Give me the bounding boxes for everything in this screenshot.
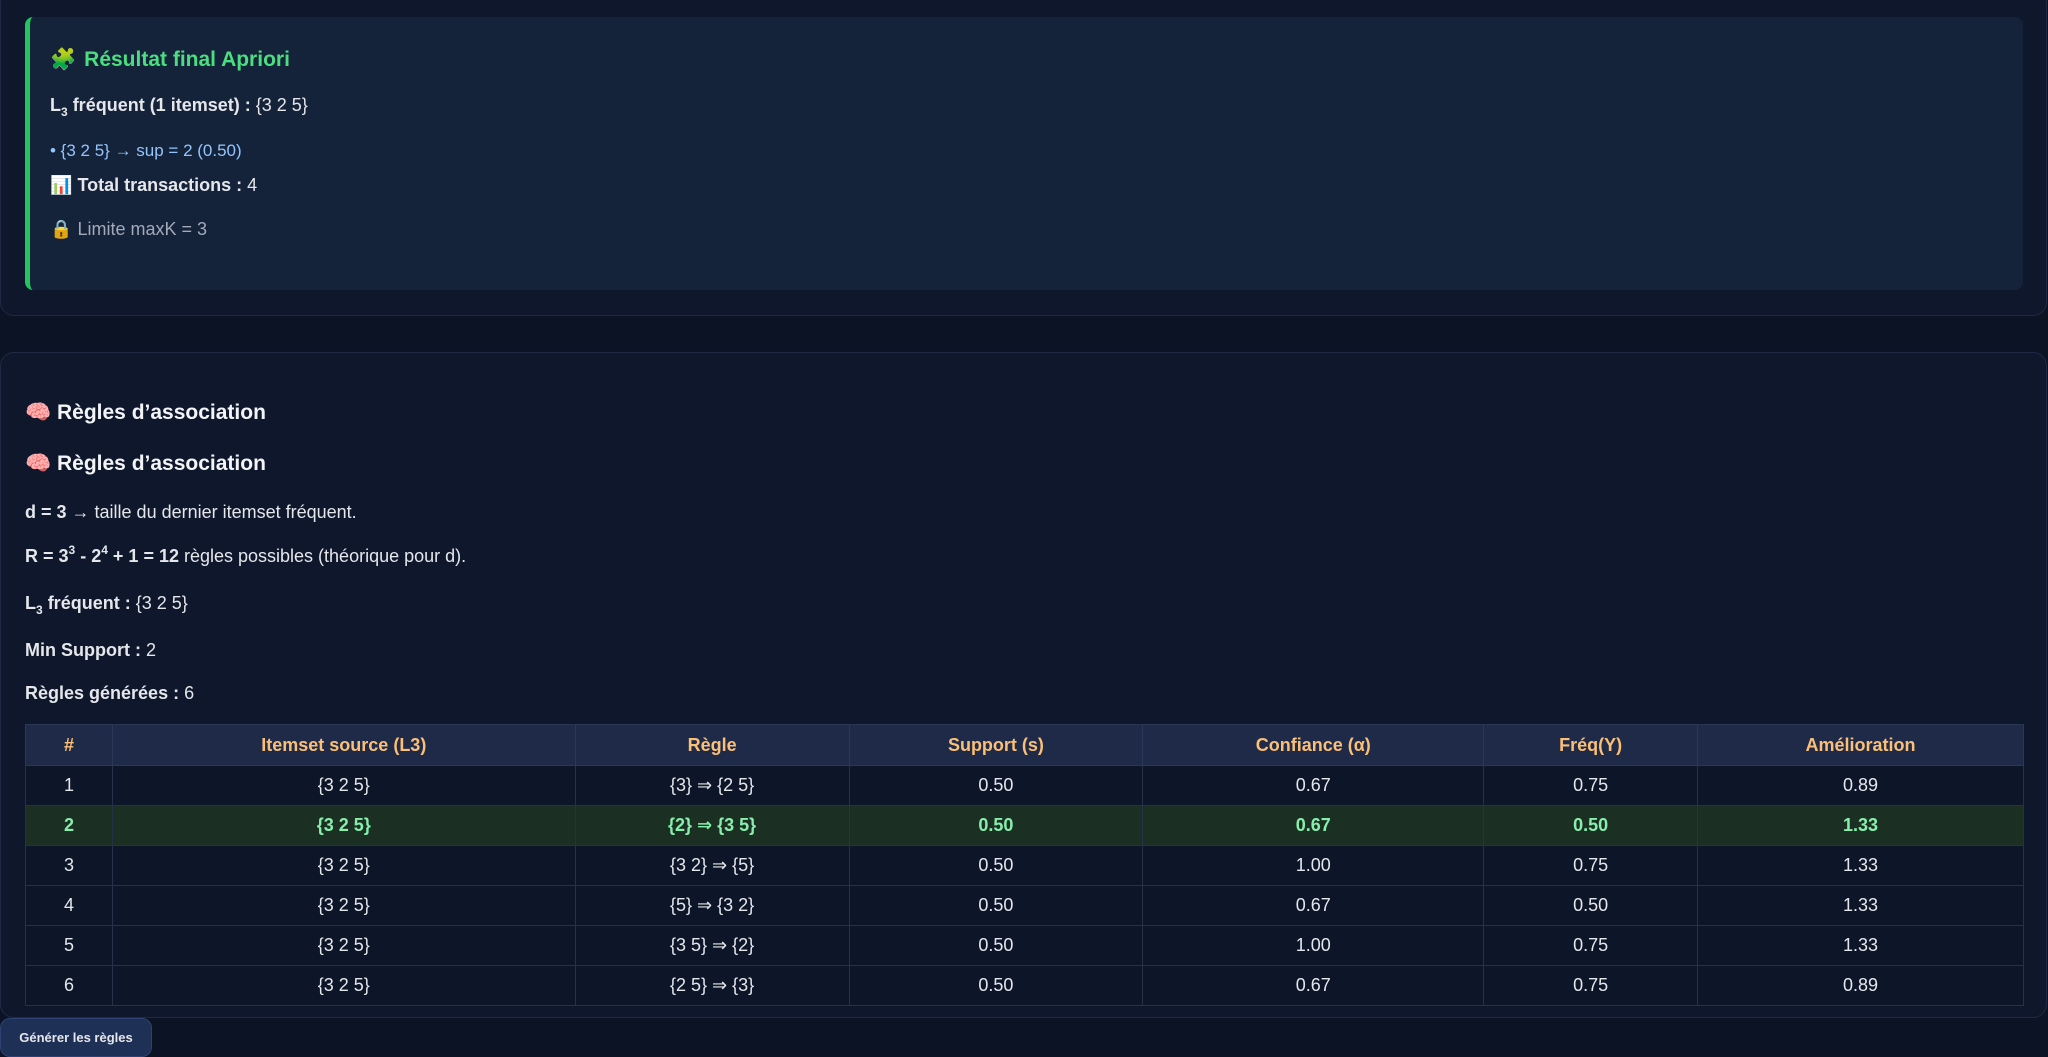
cell-improvement: 1.33: [1697, 925, 2024, 966]
cell-confidence: 1.00: [1142, 925, 1485, 966]
header-index: #: [25, 724, 113, 766]
cell-rule: {3 2} ⇒ {5}: [574, 845, 850, 886]
rules-table: # Itemset source (L3) Règle Support (s) …: [25, 724, 2024, 1006]
r-formula: R = 33 - 24 + 1 = 12: [25, 543, 179, 566]
l3-frequent-info: L3 fréquent : {3 2 5}: [25, 593, 188, 617]
page: 🧩 Résultat final Apriori L3 fréquent (1 i…: [0, 0, 2048, 1057]
table-row: 6 {3 2 5} {2 5} ⇒ {3} 0.50 0.67 0.75 0.8…: [25, 965, 2024, 1006]
cell-index: 5: [25, 925, 113, 966]
brain-icon: 🧠: [25, 451, 52, 475]
cell-index: 6: [25, 965, 113, 1006]
cell-improvement: 0.89: [1697, 965, 2024, 1006]
rules-heading-text: Règles d’association: [57, 401, 266, 424]
cell-freq-y: 0.75: [1483, 845, 1699, 886]
cell-improvement: 1.33: [1697, 805, 2024, 846]
l3-info-value: {3 2 5}: [130, 593, 188, 613]
total-transactions-label: Total transactions :: [77, 175, 243, 195]
cell-itemset: {3 2 5}: [111, 885, 576, 926]
rules-panel: 🧠 Règles d’association 🧠 Règles d’associ…: [0, 352, 2047, 1018]
generated-rules-line: Règles générées : 6: [25, 683, 194, 704]
header-freq-y: Fréq(Y): [1483, 724, 1699, 766]
result-card: 🧩 Résultat final Apriori L3 fréquent (1 i…: [25, 17, 2023, 290]
generated-rules-value: 6: [179, 683, 195, 703]
table-row: 3 {3 2 5} {3 2} ⇒ {5} 0.50 1.00 0.75 1.3…: [25, 845, 2024, 886]
cell-support: 0.50: [848, 885, 1144, 926]
header-itemset-source: Itemset source (L3): [111, 724, 576, 766]
cell-rule: {5} ⇒ {3 2}: [574, 885, 850, 926]
cell-confidence: 0.67: [1142, 965, 1485, 1006]
total-transactions-line: 📊 Total transactions : 4: [50, 175, 257, 196]
rules-heading: 🧠 Règles d’association: [25, 400, 266, 425]
cell-confidence: 1.00: [1142, 845, 1485, 886]
cell-rule: {2 5} ⇒ {3}: [574, 965, 850, 1006]
generate-rules-button[interactable]: Générer les règles: [0, 1018, 152, 1057]
l3-info-label: L3 fréquent :: [25, 593, 131, 617]
cell-itemset: {3 2 5}: [111, 845, 576, 886]
cell-itemset: {3 2 5}: [111, 925, 576, 966]
generated-rules-label: Règles générées :: [25, 683, 180, 703]
cell-index: 1: [25, 765, 113, 806]
cell-improvement: 1.33: [1697, 885, 2024, 926]
result-title: 🧩 Résultat final Apriori: [50, 47, 290, 72]
cell-support: 0.50: [848, 925, 1144, 966]
cell-rule: {3 5} ⇒ {2}: [574, 925, 850, 966]
cell-support: 0.50: [848, 765, 1144, 806]
l3-label: L3 fréquent (1 itemset) :: [50, 95, 251, 119]
brain-icon: 🧠: [25, 400, 52, 424]
result-title-text: Résultat final Apriori: [84, 48, 290, 71]
result-panel: 🧩 Résultat final Apriori L3 fréquent (1 i…: [0, 0, 2047, 316]
cell-freq-y: 0.50: [1483, 885, 1699, 926]
cell-improvement: 0.89: [1697, 765, 2024, 806]
min-support-value: 2: [140, 640, 156, 660]
min-support-line: Min Support : 2: [25, 640, 156, 661]
cell-confidence: 0.67: [1142, 765, 1485, 806]
min-support-label: Min Support :: [25, 640, 141, 660]
cell-freq-y: 0.75: [1483, 765, 1699, 806]
header-rule: Règle: [574, 724, 850, 766]
cell-itemset: {3 2 5}: [111, 805, 576, 846]
cell-rule: {2} ⇒ {3 5}: [574, 805, 850, 846]
lock-icon: 🔒: [50, 219, 73, 240]
cell-freq-y: 0.75: [1483, 965, 1699, 1006]
table-row: 1 {3 2 5} {3} ⇒ {2 5} 0.50 0.67 0.75 0.8…: [25, 765, 2024, 806]
cell-freq-y: 0.50: [1483, 805, 1699, 846]
cell-confidence: 0.67: [1142, 885, 1485, 926]
cell-rule: {3} ⇒ {2 5}: [574, 765, 850, 806]
table-row: 5 {3 2 5} {3 5} ⇒ {2} 0.50 1.00 0.75 1.3…: [25, 925, 2024, 966]
puzzle-icon: 🧩: [50, 47, 77, 71]
limit-maxk-line: 🔒 Limite maxK = 3: [50, 219, 207, 240]
rules-subheading-text: Règles d’association: [57, 452, 266, 475]
cell-itemset: {3 2 5}: [111, 765, 576, 806]
cell-index: 4: [25, 885, 113, 926]
table-header-row: # Itemset source (L3) Règle Support (s) …: [25, 724, 2024, 766]
total-transactions-value: 4: [242, 175, 258, 195]
cell-support: 0.50: [848, 805, 1144, 846]
itemset-support-item: • {3 2 5} → sup = 2 (0.50): [50, 141, 242, 160]
r-formula-line: R = 33 - 24 + 1 = 12 règles possibles (t…: [25, 543, 467, 567]
cell-confidence: 0.67: [1142, 805, 1485, 846]
d-label: d = 3: [25, 502, 67, 522]
table-row-highlighted: 2 {3 2 5} {2} ⇒ {3 5} 0.50 0.67 0.50 1.3…: [25, 805, 2024, 846]
cell-support: 0.50: [848, 965, 1144, 1006]
limit-maxk-text: Limite maxK = 3: [77, 219, 207, 239]
d-text: → taille du dernier itemset fréquent.: [66, 502, 357, 522]
cell-improvement: 1.33: [1697, 845, 2024, 886]
header-confidence: Confiance (α): [1142, 724, 1485, 766]
cell-itemset: {3 2 5}: [111, 965, 576, 1006]
header-improvement: Amélioration: [1697, 724, 2024, 766]
d-info-line: d = 3 → taille du dernier itemset fréque…: [25, 502, 357, 523]
l3-value: {3 2 5}: [250, 95, 308, 115]
cell-index: 2: [25, 805, 113, 846]
cell-freq-y: 0.75: [1483, 925, 1699, 966]
table-row: 4 {3 2 5} {5} ⇒ {3 2} 0.50 0.67 0.50 1.3…: [25, 885, 2024, 926]
header-support: Support (s): [848, 724, 1144, 766]
cell-support: 0.50: [848, 845, 1144, 886]
bar-chart-icon: 📊: [50, 175, 73, 196]
cell-index: 3: [25, 845, 113, 886]
r-formula-text: règles possibles (théorique pour d).: [178, 546, 467, 566]
l3-frequent-line: L3 fréquent (1 itemset) : {3 2 5}: [50, 95, 308, 119]
rules-subheading: 🧠 Règles d’association: [25, 451, 266, 476]
